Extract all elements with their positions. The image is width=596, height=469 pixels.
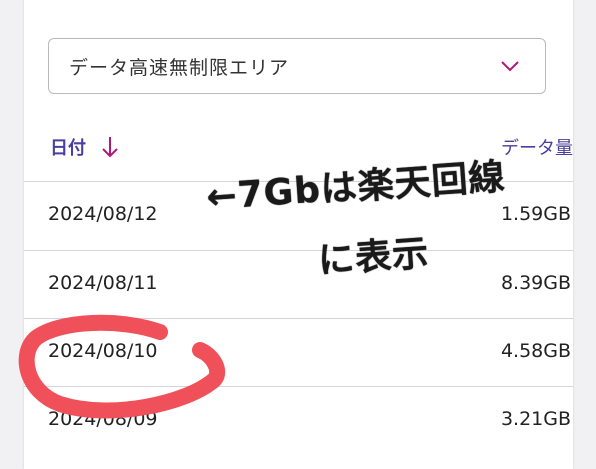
row-usage: 8.39GB <box>500 272 571 294</box>
handwritten-note-line2: に表示 <box>316 233 431 282</box>
row-date: 2024/08/11 <box>48 272 158 294</box>
row-date: 2024/08/09 <box>48 408 158 430</box>
table-row: 2024/08/11 8.39GB <box>24 250 573 318</box>
data-column-header: データ量 <box>501 138 573 159</box>
arrow-down-icon <box>102 137 118 158</box>
row-date: 2024/08/10 <box>48 340 158 362</box>
table-row: 2024/08/09 3.21GB <box>24 386 573 454</box>
area-filter-label: データ高速無制限エリア <box>69 56 290 79</box>
row-date: 2024/08/12 <box>48 203 158 225</box>
row-usage: 1.59GB <box>500 203 571 225</box>
row-usage: 4.58GB <box>500 340 571 362</box>
row-usage: 3.21GB <box>500 408 571 430</box>
table-row: 2024/08/10 4.58GB <box>24 318 573 386</box>
usage-panel: データ高速無制限エリア 日付 データ量 2024/08/12 1.59GB 20… <box>24 0 573 469</box>
chevron-down-icon <box>501 61 519 72</box>
area-filter-select[interactable]: データ高速無制限エリア <box>48 38 546 94</box>
date-column-label: 日付 <box>50 138 86 159</box>
date-column-header[interactable]: 日付 <box>50 134 120 160</box>
